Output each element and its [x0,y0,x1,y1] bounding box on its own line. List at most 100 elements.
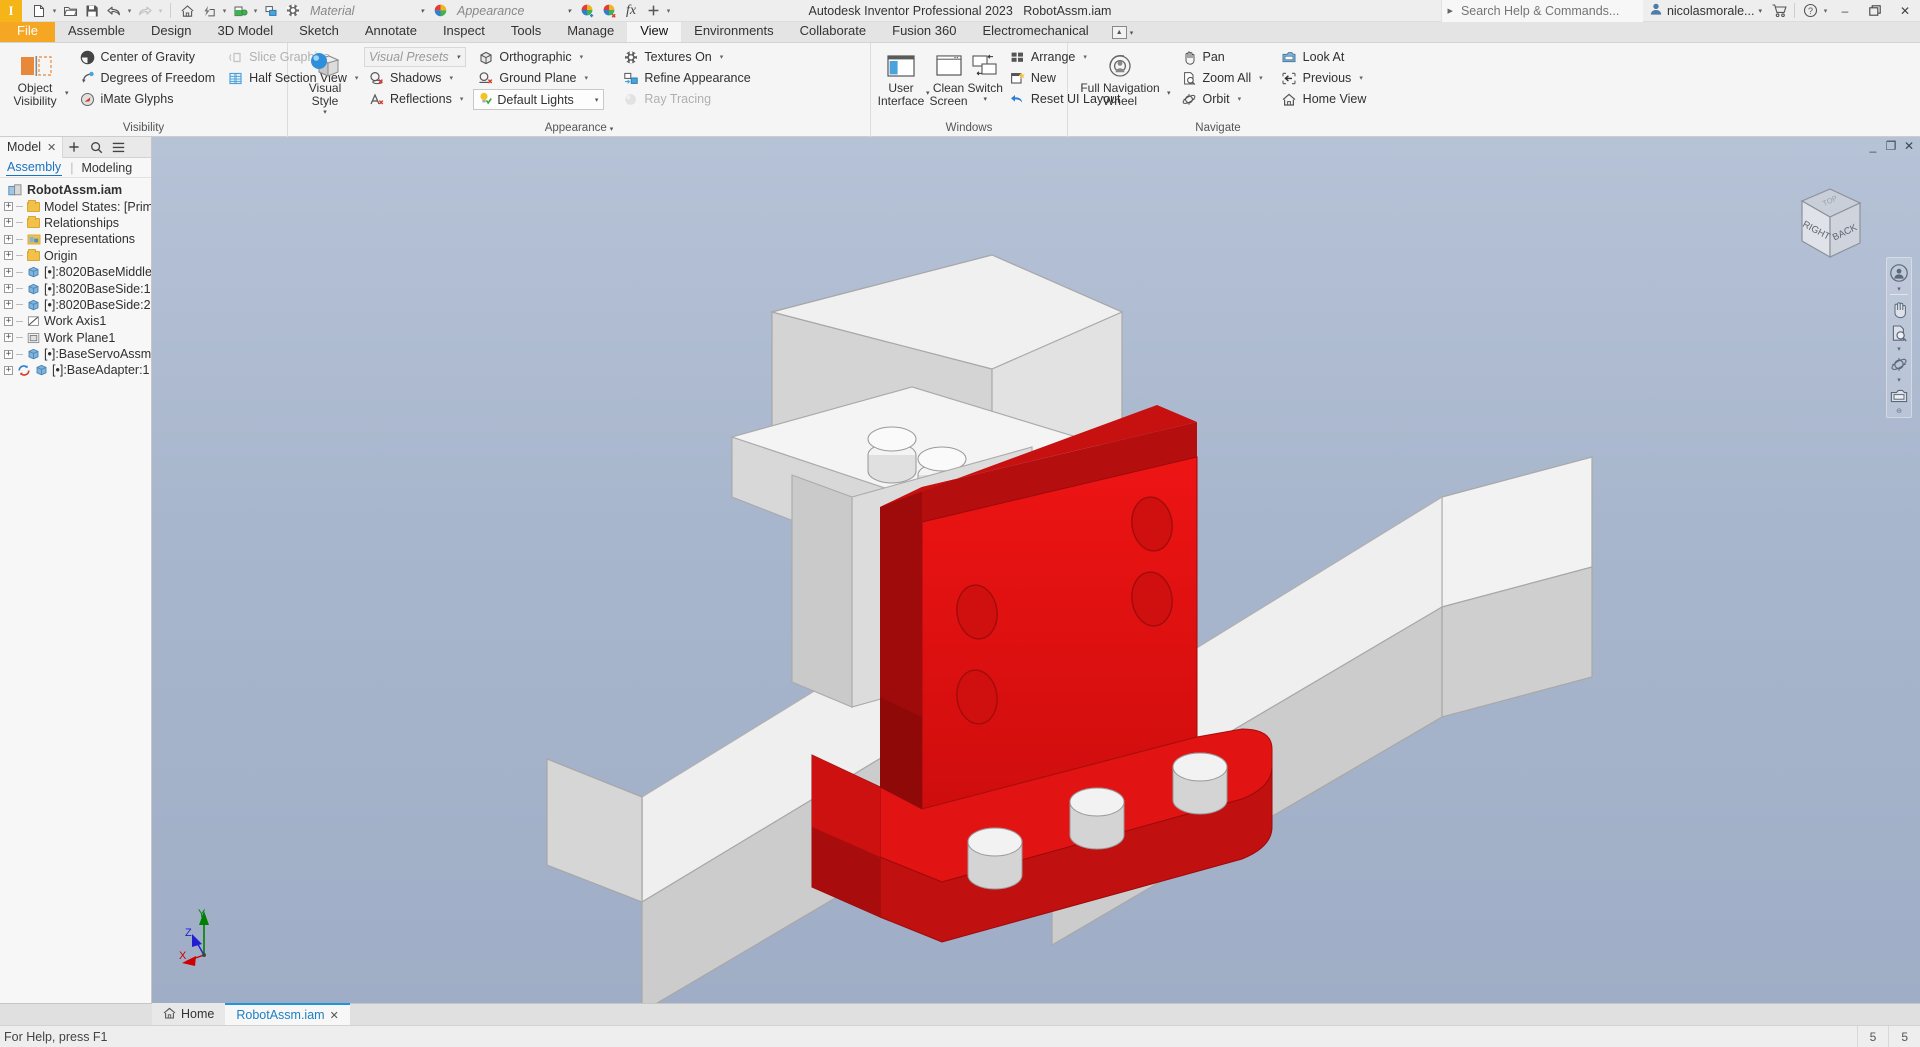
tree-item-model-states[interactable]: + Model States: [Primary] [0,198,151,214]
new-document-icon[interactable] [28,1,50,21]
visual-style-caret-icon[interactable]: ▾ [323,108,327,117]
user-interface-button[interactable]: User Interface ▾ [877,47,930,108]
clean-screen-button[interactable]: Clean Screen [930,47,968,108]
tree-item-8020baseside-1[interactable]: + [•]:8020BaseSide:1 [0,280,151,296]
tab-design[interactable]: Design [138,21,204,42]
full-navigation-wheel-icon[interactable] [1887,261,1911,285]
tab-inspect[interactable]: Inspect [430,21,498,42]
plus-icon[interactable] [63,137,85,158]
tree-root-node[interactable]: RobotAssm.iam [0,182,151,198]
material-assign-icon[interactable] [260,1,282,21]
material-caret-icon[interactable]: ▾ [251,1,260,21]
tree-item-relationships[interactable]: + Relationships [0,215,151,231]
expand-icon[interactable]: + [4,251,13,261]
help-icon[interactable]: ? [1799,1,1821,21]
view-cube[interactable]: RIGHT BACK TOP [1782,175,1878,271]
tab-environments[interactable]: Environments [681,21,786,42]
material-combo[interactable]: Material ▾ [304,2,429,20]
pan-button[interactable]: Pan [1177,47,1267,67]
view-cube-body[interactable]: RIGHT BACK TOP [1801,188,1862,259]
home-icon[interactable] [176,1,198,21]
browser-tab-model[interactable]: Model ✕ [0,136,64,158]
expand-icon[interactable]: + [4,284,13,294]
parameters-fx-icon[interactable]: fx [620,1,642,21]
object-visibility-button[interactable]: Object Visibility ▾ [6,47,69,108]
orthographic-caret-icon[interactable]: ▾ [580,53,584,61]
expand-icon[interactable]: + [4,234,13,244]
navbar-options-icon[interactable]: ⊖ [1896,407,1902,415]
close-icon[interactable]: ✕ [330,1009,339,1022]
cart-icon[interactable] [1768,1,1790,21]
restore-button[interactable] [1860,0,1890,22]
zoom-all-button[interactable]: Zoom All ▾ [1177,68,1267,88]
expand-icon[interactable]: + [4,316,13,326]
tree-item-work-axis1[interactable]: + Work Axis1 [0,313,151,329]
assembly-model-graphics[interactable] [152,137,1920,1003]
textures-on-button[interactable]: Textures On ▾ [618,47,754,67]
search-icon[interactable] [85,137,107,158]
undo-caret-icon[interactable]: ▾ [125,1,134,21]
shadows-button[interactable]: Shadows ▾ [364,68,467,88]
shadows-caret-icon[interactable]: ▾ [449,74,453,82]
expand-icon[interactable]: + [4,300,13,310]
chevron-down-icon[interactable]: ▾ [1130,29,1134,37]
ribbon-display-options[interactable]: ▲ ▾ [1111,26,1134,42]
update-caret-icon[interactable]: ▾ [220,1,229,21]
ribbon-minimize-icon[interactable]: ▲ [1111,26,1127,39]
tree-item-origin[interactable]: + Origin [0,248,151,264]
ground-plane-caret-icon[interactable]: ▾ [585,74,589,82]
object-visibility-caret-icon[interactable]: ▾ [64,47,69,97]
reflections-button[interactable]: Reflections ▾ [364,89,467,109]
tab-annotate[interactable]: Annotate [352,21,430,42]
add-plus-icon[interactable] [642,1,664,21]
tab-manage[interactable]: Manage [554,21,627,42]
tree-item-work-plane1[interactable]: + Work Plane1 [0,330,151,346]
appearance-add-icon[interactable] [576,1,598,21]
appearance-combo[interactable]: Appearance ▾ [451,2,576,20]
imate-glyphs-button[interactable]: iMate Glyphs [75,89,220,109]
expand-icon[interactable]: + [4,218,13,228]
close-icon[interactable]: ✕ [47,141,56,154]
tab-assemble[interactable]: Assemble [55,21,138,42]
update-lightning-icon[interactable] [198,1,220,21]
tree-item-baseservoassm[interactable]: + [•]:BaseServoAssm:1 [0,346,151,362]
expand-icon[interactable]: + [4,202,13,212]
orthographic-button[interactable]: Orthographic ▾ [473,47,604,67]
3d-viewport[interactable]: _ ❐ ✕ RIGHT BACK TOP ▾ ▾ ▾ ⊖ Y X Z [152,137,1920,1003]
panel-appearance-title[interactable]: Appearance ▾ [288,122,870,137]
appearance-remove-icon[interactable] [598,1,620,21]
tab-3d-model[interactable]: 3D Model [205,21,287,42]
expand-icon[interactable]: + [4,365,13,375]
save-disk-icon[interactable] [81,1,103,21]
chevron-down-icon[interactable]: ▾ [610,126,614,133]
tab-file[interactable]: File [0,21,55,42]
tab-sketch[interactable]: Sketch [286,21,352,42]
look-at-button[interactable]: Look At [1277,47,1371,67]
refine-appearance-button[interactable]: Refine Appearance [618,68,754,88]
material-box-icon[interactable] [229,1,251,21]
minimize-button[interactable]: – [1830,0,1860,22]
full-navigation-wheel-caret-icon[interactable]: ▾ [1166,47,1171,97]
visual-style-button[interactable]: Visual Style ▾ [294,47,356,117]
full-navigation-wheel-button[interactable]: Full Navigation Wheel ▾ [1074,47,1171,108]
overflow-caret-icon[interactable]: ▾ [664,1,673,21]
switch-windows-button[interactable]: Switch ▾ [968,47,1003,104]
tab-view[interactable]: View [627,21,682,42]
doc-tab-robotassm[interactable]: RobotAssm.iam ✕ [225,1003,350,1025]
appearance-box-icon[interactable] [429,1,451,21]
account-caret-icon[interactable]: ▾ [1758,7,1762,15]
expand-icon[interactable]: + [4,267,13,277]
open-folder-icon[interactable] [59,1,81,21]
search-expand-icon[interactable]: ▶ [1448,7,1453,15]
tree-item-8020basemiddle[interactable]: + [•]:8020BaseMiddle:1 [0,264,151,280]
account-area[interactable]: nicolasmorale... ▾ [1643,2,1768,19]
wheel-dropdown-icon[interactable]: ▾ [1897,285,1901,293]
orbit-icon[interactable] [1887,352,1911,376]
hamburger-menu-icon[interactable] [107,137,129,158]
tree-item-baseadapter[interactable]: + [•]:BaseAdapter:1 [0,362,151,378]
redo-caret-icon[interactable]: ▾ [156,1,165,21]
expand-icon[interactable]: + [4,333,13,343]
close-button[interactable]: ✕ [1890,0,1920,22]
tab-tools[interactable]: Tools [498,21,554,42]
tab-fusion-360[interactable]: Fusion 360 [879,21,969,42]
